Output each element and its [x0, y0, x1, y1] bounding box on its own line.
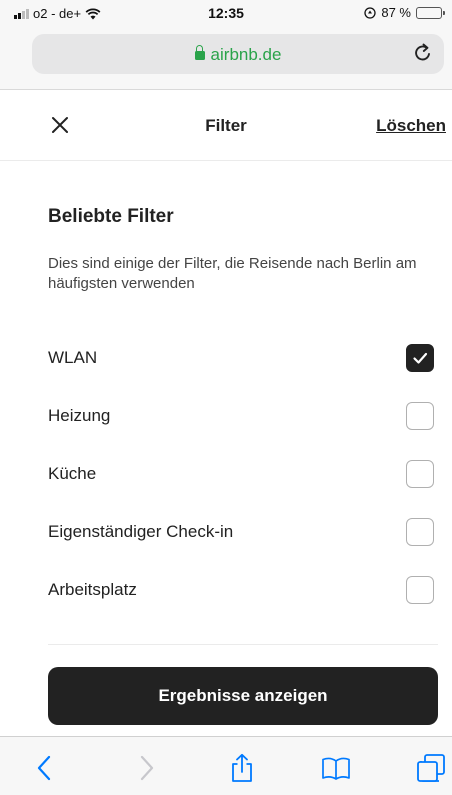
- status-right: 87 %: [364, 5, 445, 20]
- show-results-button[interactable]: Ergebnisse anzeigen: [48, 667, 438, 725]
- filter-checkbox[interactable]: [406, 460, 434, 488]
- filter-label: WLAN: [48, 348, 98, 367]
- filter-checkbox[interactable]: [406, 402, 434, 430]
- filter-header: Filter Löschen: [0, 91, 452, 161]
- status-bar: o2 - de+ 12:35 87 %: [0, 0, 452, 26]
- filter-row-wlan[interactable]: WLAN: [48, 341, 434, 375]
- battery-percent: 87 %: [381, 5, 411, 20]
- clear-button[interactable]: Löschen: [376, 116, 446, 136]
- filter-label: Arbeitsplatz: [48, 580, 137, 599]
- back-icon[interactable]: [30, 753, 60, 783]
- divider: [48, 644, 438, 645]
- browser-url-area: airbnb.de: [0, 26, 452, 90]
- checkmark-icon: [413, 352, 428, 364]
- filter-row-heizung[interactable]: Heizung: [48, 399, 434, 433]
- filter-checkbox[interactable]: [406, 518, 434, 546]
- url-display[interactable]: airbnb.de: [32, 45, 444, 65]
- filter-label: Heizung: [48, 406, 111, 425]
- filter-row-self-check-in[interactable]: Eigenständiger Check-in: [48, 515, 434, 549]
- address-bar[interactable]: airbnb.de: [32, 34, 444, 74]
- bookmarks-icon[interactable]: [321, 753, 351, 783]
- url-text: airbnb.de: [210, 45, 282, 64]
- location-lock-icon: [364, 6, 377, 19]
- section-description: Dies sind einige der Filter, die Reisend…: [48, 255, 417, 292]
- filter-row-arbeitsplatz[interactable]: Arbeitsplatz: [48, 573, 434, 607]
- filter-row-kueche[interactable]: Küche: [48, 457, 434, 491]
- section-title: Beliebte Filter: [48, 206, 174, 227]
- tabs-icon[interactable]: [416, 753, 446, 783]
- lock-icon: [194, 45, 205, 60]
- filter-checkbox[interactable]: [406, 344, 434, 372]
- forward-icon[interactable]: [131, 753, 161, 783]
- battery-icon: [416, 6, 445, 19]
- filter-checkbox[interactable]: [406, 576, 434, 604]
- share-icon[interactable]: [227, 753, 257, 783]
- browser-toolbar: [0, 736, 452, 795]
- filter-label: Küche: [48, 464, 97, 483]
- reload-icon[interactable]: [412, 42, 434, 64]
- filter-label: Eigenständiger Check-in: [48, 522, 234, 541]
